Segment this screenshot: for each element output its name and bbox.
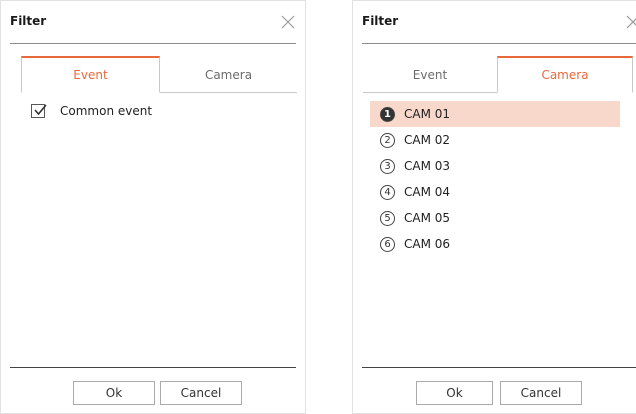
camera-number-icon: 1: [380, 106, 395, 122]
tab-camera[interactable]: Camera: [160, 56, 297, 93]
camera-item-1[interactable]: 1 CAM 01: [370, 101, 620, 127]
close-icon[interactable]: [281, 14, 295, 29]
camera-list: 1 CAM 01 2 CAM 02 3 CAM 03 4 CAM 04 5 CA…: [370, 101, 620, 257]
title-divider: [362, 43, 636, 44]
camera-item-6[interactable]: 6 CAM 06: [370, 231, 620, 257]
title-bar: Filter: [353, 1, 636, 43]
camera-label: CAM 04: [404, 185, 451, 199]
common-event-checkbox[interactable]: [31, 104, 47, 118]
camera-number-icon: 2: [380, 132, 395, 148]
camera-item-5[interactable]: 5 CAM 05: [370, 205, 620, 231]
filter-dialog-event: Filter Event Camera Common event Ok Canc…: [0, 0, 306, 414]
footer-divider: [10, 367, 296, 368]
camera-label: CAM 05: [404, 211, 451, 225]
camera-number-icon: 3: [380, 158, 395, 174]
checkbox-label: Common event: [60, 104, 153, 118]
cancel-button[interactable]: Cancel: [500, 381, 582, 405]
camera-label: CAM 06: [404, 237, 451, 251]
camera-number-icon: 6: [380, 236, 395, 252]
title-bar: Filter: [1, 1, 305, 43]
camera-item-4[interactable]: 4 CAM 04: [370, 179, 620, 205]
common-event-option[interactable]: Common event: [31, 104, 152, 118]
title-divider: [10, 43, 296, 44]
ok-button[interactable]: Ok: [416, 381, 493, 405]
dialog-title: Filter: [362, 14, 399, 28]
tab-event[interactable]: Event: [363, 56, 497, 93]
tab-camera[interactable]: Camera: [497, 56, 633, 93]
camera-item-2[interactable]: 2 CAM 02: [370, 127, 620, 153]
ok-button[interactable]: Ok: [73, 381, 155, 405]
camera-label: CAM 01: [404, 107, 451, 121]
tab-bar: Event Camera: [21, 56, 297, 93]
camera-number-icon: 4: [380, 184, 395, 200]
dialog-title: Filter: [10, 14, 47, 28]
camera-label: CAM 02: [404, 133, 451, 147]
camera-label: CAM 03: [404, 159, 451, 173]
checkmark-icon: [34, 104, 47, 116]
tab-event[interactable]: Event: [21, 56, 160, 93]
close-icon[interactable]: [626, 14, 636, 29]
footer-divider: [362, 367, 636, 368]
camera-number-icon: 5: [380, 210, 395, 226]
tab-bar: Event Camera: [363, 56, 633, 93]
cancel-button[interactable]: Cancel: [160, 381, 242, 405]
camera-item-3[interactable]: 3 CAM 03: [370, 153, 620, 179]
filter-dialog-camera: Filter Event Camera 1 CAM 01 2 CAM 02 3 …: [352, 0, 636, 414]
